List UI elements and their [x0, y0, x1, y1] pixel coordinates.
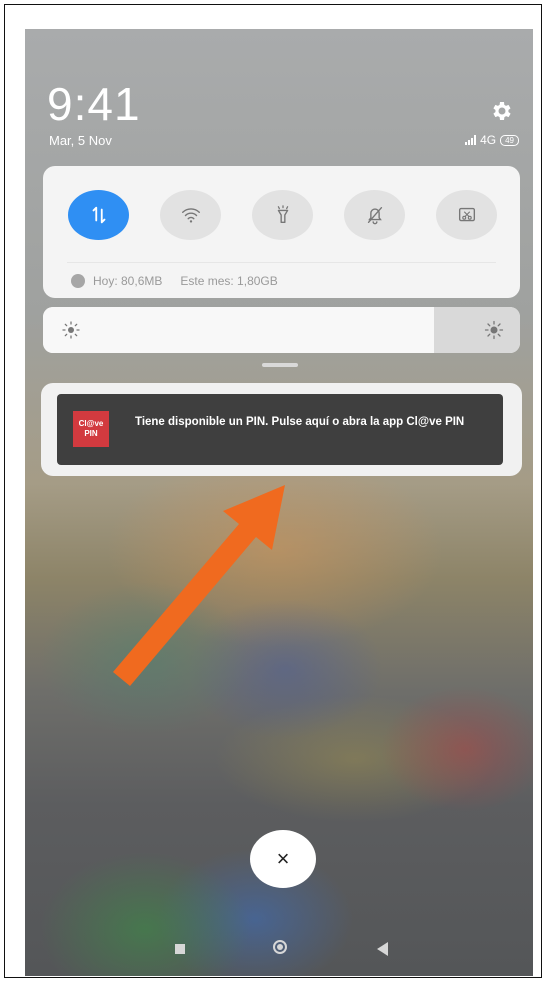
- close-icon: ×: [276, 846, 290, 871]
- home-button-icon[interactable]: [273, 940, 287, 954]
- screenshot-frame: 9:41 Mar, 5 Nov 4G 49 Hoy: 80,6MB Este m…: [4, 4, 542, 978]
- navigation-bar: [25, 937, 533, 967]
- phone-screen: 9:41 Mar, 5 Nov 4G 49 Hoy: 80,6MB Este m…: [25, 29, 533, 976]
- clear-notifications-button[interactable]: ×: [250, 830, 316, 888]
- back-button-icon[interactable]: [377, 942, 388, 956]
- recents-button-icon[interactable]: [175, 944, 185, 954]
